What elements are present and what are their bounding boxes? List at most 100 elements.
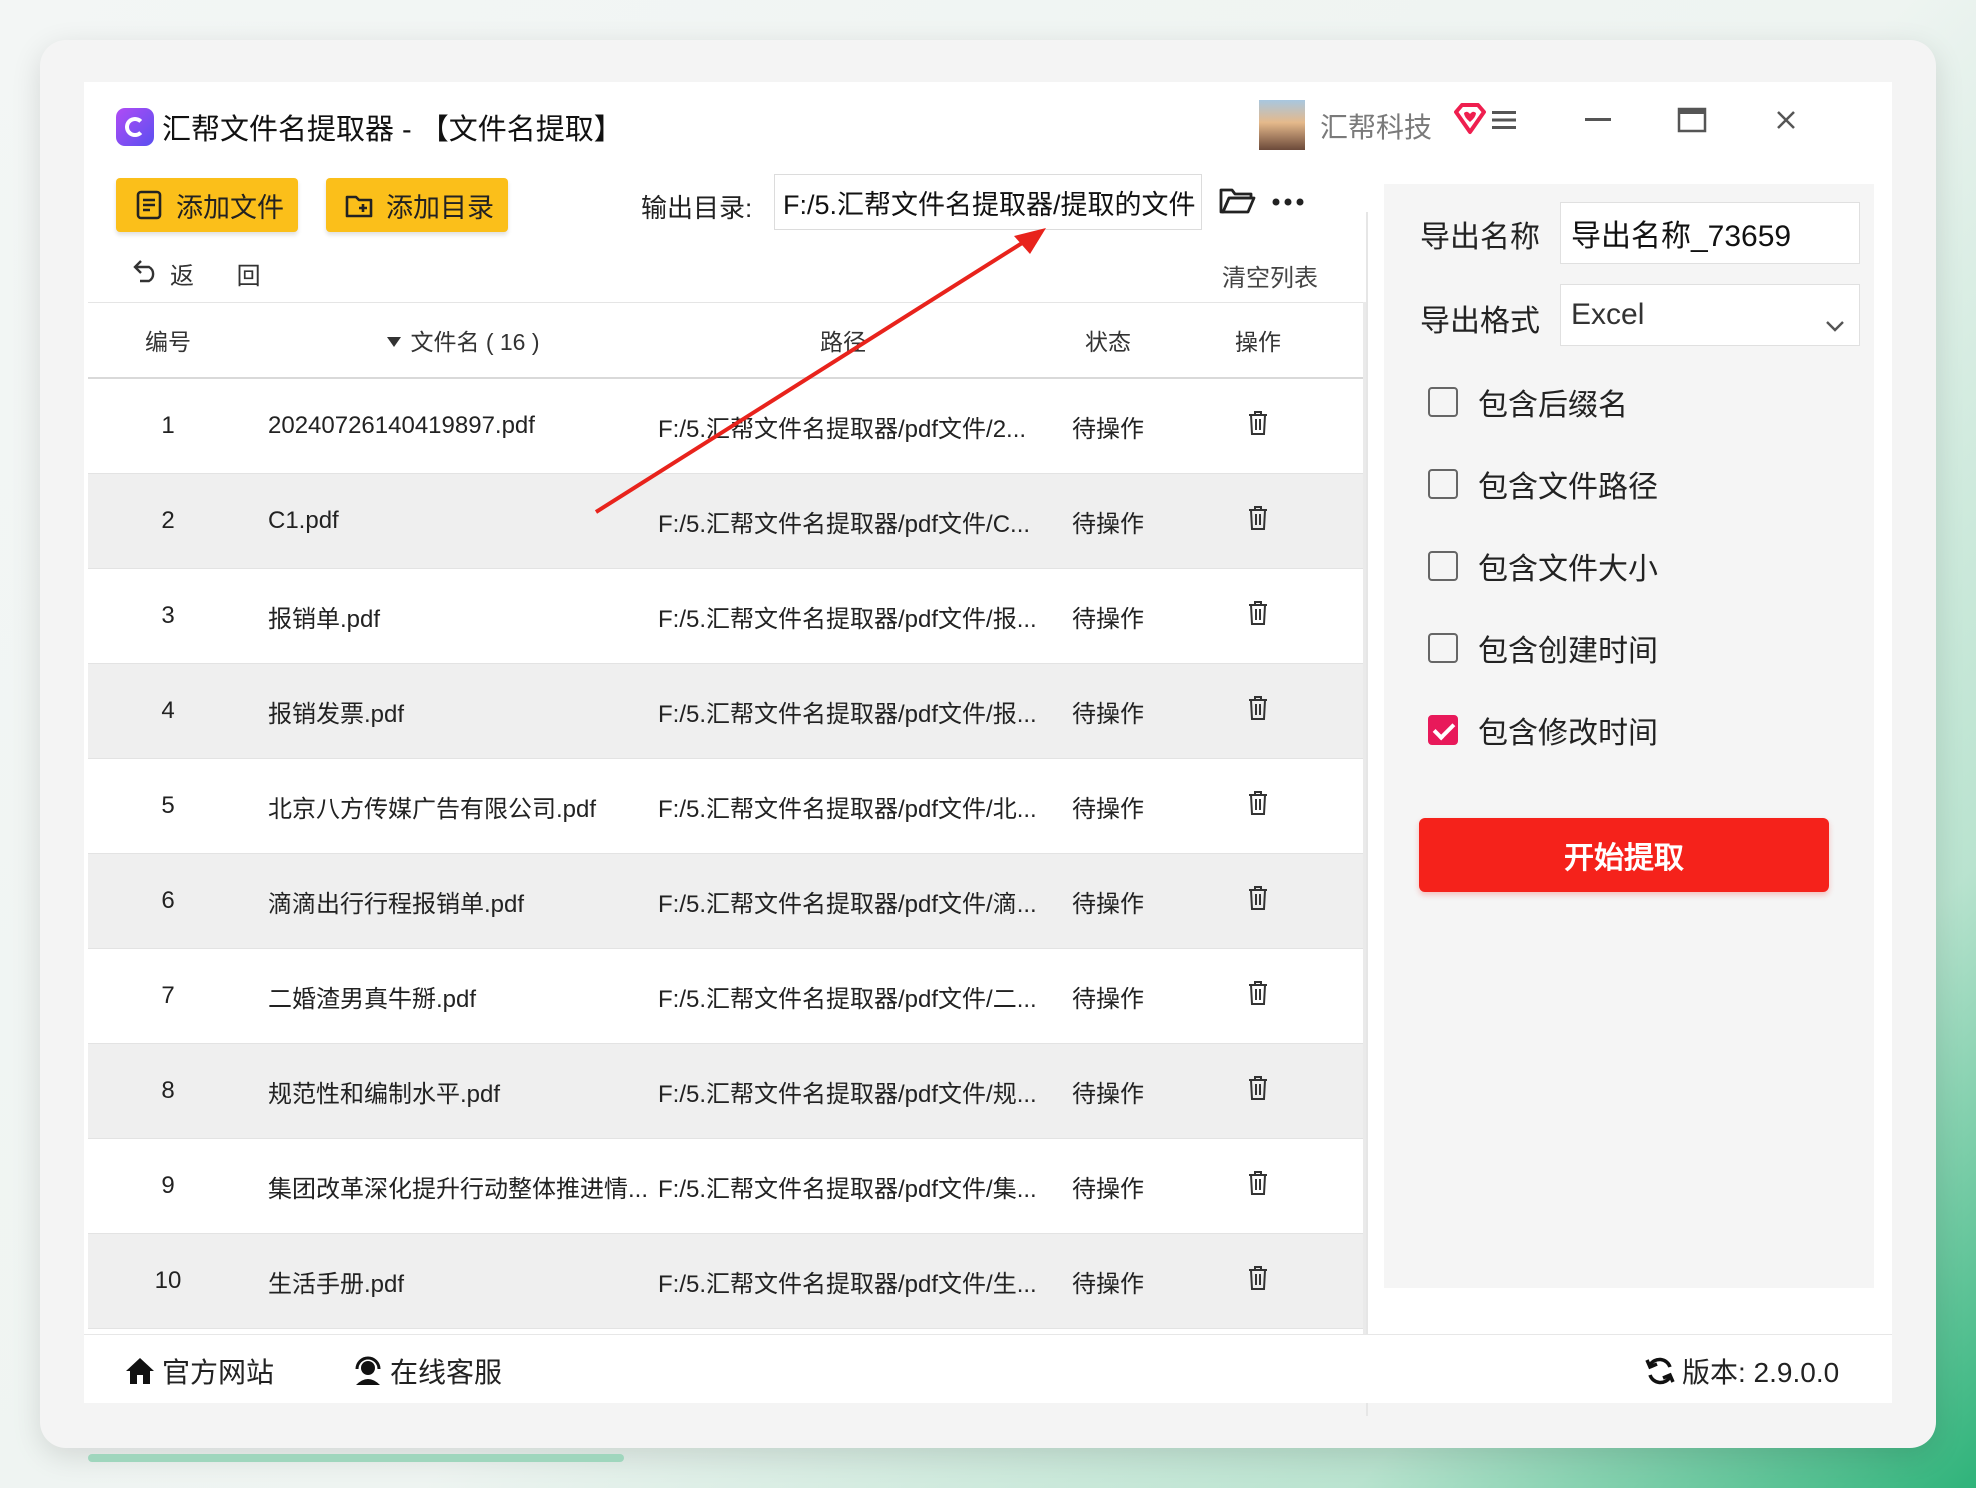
trash-icon	[1247, 1075, 1269, 1108]
delete-row-button[interactable]	[1218, 1234, 1298, 1328]
row-path: F:/5.汇帮文件名提取器/pdf文件/北...	[658, 795, 1037, 823]
online-support-link[interactable]: 在线客服	[352, 1351, 502, 1391]
back-button[interactable]: 返 回	[132, 256, 279, 291]
row-filename: 滴滴出行行程报销单.pdf	[268, 890, 525, 918]
row-status: 待操作	[1072, 1270, 1144, 1298]
row-number: 2	[161, 507, 175, 534]
trash-icon	[1247, 980, 1269, 1013]
official-website-label: 官方网站	[162, 1357, 275, 1388]
header-filename-label: 文件名 ( 16 )	[410, 329, 540, 355]
version-info[interactable]: 版本: 2.9.0.0	[1644, 1351, 1839, 1391]
delete-row-button[interactable]	[1218, 1044, 1298, 1138]
option-suffix-checkbox[interactable]	[1428, 387, 1458, 417]
row-path: F:/5.汇帮文件名提取器/pdf文件/生...	[658, 1270, 1037, 1298]
row-status: 待操作	[1072, 605, 1144, 633]
row-path: F:/5.汇帮文件名提取器/pdf文件/报...	[658, 605, 1037, 633]
header-operation: 操作	[1235, 329, 1281, 355]
row-path: F:/5.汇帮文件名提取器/pdf文件/报...	[658, 700, 1037, 728]
user-avatar[interactable]	[1259, 100, 1305, 150]
row-filename: 规范性和编制水平.pdf	[268, 1080, 501, 1108]
row-number: 4	[161, 697, 175, 724]
option-modified-label: 包含修改时间	[1478, 717, 1658, 750]
option-created-checkbox[interactable]	[1428, 633, 1458, 663]
more-options-icon[interactable]	[1270, 192, 1306, 212]
official-website-link[interactable]: 官方网站	[124, 1351, 274, 1391]
company-name[interactable]: 汇帮科技	[1320, 106, 1432, 146]
option-path-checkbox[interactable]	[1428, 469, 1458, 499]
add-file-label: 添加文件	[176, 192, 284, 223]
trash-icon	[1247, 410, 1269, 443]
option-created[interactable]: 包含创建时间	[1428, 626, 1658, 670]
option-suffix-label: 包含后缀名	[1478, 389, 1628, 422]
trash-icon	[1247, 1265, 1269, 1298]
table-row[interactable]: 9 集团改革深化提升行动整体推进情... F:/5.汇帮文件名提取器/pdf文件/集…	[88, 1139, 1366, 1234]
header-status[interactable]: 状态	[1048, 303, 1168, 377]
table-row[interactable]: 3 报销单.pdf F:/5.汇帮文件名提取器/pdf文件/报... 待操作	[88, 569, 1366, 664]
row-status: 待操作	[1072, 510, 1144, 538]
export-format-label: 导出格式	[1420, 305, 1540, 338]
delete-row-button[interactable]	[1218, 664, 1298, 758]
version-label: 版本: 2.9.0.0	[1682, 1357, 1840, 1388]
table-row[interactable]: 10 生活手册.pdf F:/5.汇帮文件名提取器/pdf文件/生... 待操作	[88, 1234, 1366, 1329]
export-name-label: 导出名称	[1420, 221, 1540, 254]
add-directory-button[interactable]: 添加目录	[326, 178, 508, 232]
app-logo-icon	[116, 108, 154, 146]
menu-hamburger-icon[interactable]	[1482, 98, 1526, 142]
clear-list-button[interactable]: 清空列表	[1222, 258, 1318, 293]
add-directory-label: 添加目录	[386, 192, 494, 223]
option-modified[interactable]: 包含修改时间	[1428, 708, 1658, 752]
delete-row-button[interactable]	[1218, 949, 1298, 1043]
panel-divider	[1366, 212, 1368, 1416]
table-row[interactable]: 4 报销发票.pdf F:/5.汇帮文件名提取器/pdf文件/报... 待操作	[88, 664, 1366, 759]
option-size-checkbox[interactable]	[1428, 551, 1458, 581]
delete-row-button[interactable]	[1218, 569, 1298, 663]
delete-row-button[interactable]	[1218, 759, 1298, 853]
row-status: 待操作	[1072, 795, 1144, 823]
close-icon[interactable]	[1764, 98, 1808, 142]
delete-row-button[interactable]	[1218, 379, 1298, 473]
row-status: 待操作	[1072, 890, 1144, 918]
option-size-label: 包含文件大小	[1478, 553, 1658, 586]
row-filename: 集团改革深化提升行动整体推进情...	[268, 1175, 648, 1203]
delete-row-button[interactable]	[1218, 854, 1298, 948]
option-size[interactable]: 包含文件大小	[1428, 544, 1658, 588]
footer-bar: 官方网站 在线客服 版本: 2.9.0.0	[84, 1334, 1892, 1403]
row-number: 7	[161, 982, 175, 1009]
horizontal-scrollbar[interactable]	[88, 1454, 624, 1462]
online-support-label: 在线客服	[390, 1357, 503, 1388]
row-filename: 二婚渣男真牛掰.pdf	[268, 985, 477, 1013]
trash-icon	[1247, 1170, 1269, 1203]
sort-down-icon	[386, 327, 402, 354]
table-row[interactable]: 8 规范性和编制水平.pdf F:/5.汇帮文件名提取器/pdf文件/规... 待操作	[88, 1044, 1366, 1139]
header-number[interactable]: 编号	[88, 303, 248, 377]
delete-row-button[interactable]	[1218, 1139, 1298, 1233]
chevron-down-icon	[1825, 307, 1845, 341]
option-path[interactable]: 包含文件路径	[1428, 462, 1658, 506]
option-path-label: 包含文件路径	[1478, 471, 1658, 504]
trash-icon	[1247, 790, 1269, 823]
row-number: 9	[161, 1172, 175, 1199]
row-filename: 生活手册.pdf	[268, 1270, 405, 1298]
table-row[interactable]: 6 滴滴出行行程报销单.pdf F:/5.汇帮文件名提取器/pdf文件/滴... 待操…	[88, 854, 1366, 949]
row-status: 待操作	[1072, 985, 1144, 1013]
headset-icon	[352, 1355, 384, 1387]
add-file-button[interactable]: 添加文件	[116, 178, 298, 232]
export-format-select[interactable]: Excel	[1560, 284, 1860, 346]
start-extract-button[interactable]: 开始提取	[1419, 818, 1829, 892]
option-suffix[interactable]: 包含后缀名	[1428, 380, 1628, 424]
table-row[interactable]: 5 北京八方传媒广告有限公司.pdf F:/5.汇帮文件名提取器/pdf文件/北..…	[88, 759, 1366, 854]
maximize-icon[interactable]	[1670, 98, 1714, 142]
table-row[interactable]: 7 二婚渣男真牛掰.pdf F:/5.汇帮文件名提取器/pdf文件/二... 待操作	[88, 949, 1366, 1044]
export-name-input[interactable]: 导出名称_73659	[1560, 202, 1860, 264]
delete-row-button[interactable]	[1218, 474, 1298, 568]
header-filename[interactable]: 文件名 ( 16 )	[298, 303, 628, 377]
row-number: 1	[161, 412, 175, 439]
option-modified-checkbox[interactable]	[1428, 715, 1458, 745]
row-number: 3	[161, 602, 175, 629]
file-list-icon	[134, 190, 164, 220]
trash-icon	[1247, 885, 1269, 918]
row-status: 待操作	[1072, 1080, 1144, 1108]
browse-folder-icon[interactable]	[1218, 184, 1258, 220]
minimize-icon[interactable]	[1576, 98, 1620, 142]
row-filename: 报销单.pdf	[268, 605, 381, 633]
